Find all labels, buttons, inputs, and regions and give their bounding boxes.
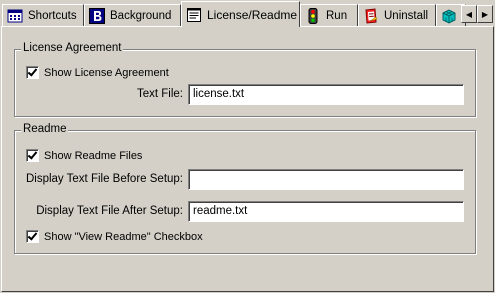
check-mark-icon <box>27 149 38 160</box>
tab-label: Background <box>110 9 172 22</box>
arrow-left-icon: ◀ <box>465 9 473 19</box>
tab-label: Uninstall <box>384 9 429 22</box>
group-title: License Agreement <box>21 42 124 54</box>
tab-shortcuts[interactable]: Shortcuts <box>2 4 84 26</box>
check-mark-icon <box>27 230 38 241</box>
show-readme-checkbox[interactable]: Show Readme Files <box>26 149 142 162</box>
tab-background[interactable]: Background <box>84 4 181 26</box>
checkbox-box[interactable] <box>26 66 39 79</box>
show-license-checkbox[interactable]: Show License Agreement <box>26 66 169 79</box>
view-readme-checkbox[interactable]: Show "View Readme" Checkbox <box>26 230 203 243</box>
readme-group: Readme Show Readme Files Display Text Fi… <box>14 123 476 254</box>
checkbox-box[interactable] <box>26 149 39 162</box>
checkbox-label: Show Readme Files <box>44 149 143 162</box>
tab-license-readme[interactable]: License/Readme <box>181 1 300 27</box>
tab-label: Shortcuts <box>28 9 77 22</box>
after-setup-label: Display Text File After Setup: <box>36 205 183 217</box>
traffic-light-icon <box>308 7 318 24</box>
before-setup-file-input[interactable] <box>188 169 464 190</box>
license-text-file-input[interactable]: license.txt <box>188 84 464 105</box>
arrow-right-icon: ▶ <box>481 9 489 19</box>
letter-b-icon <box>89 7 105 24</box>
before-setup-label: Display Text File Before Setup: <box>25 173 183 185</box>
check-mark-icon <box>27 66 38 77</box>
cube-grid-icon <box>442 8 456 24</box>
tab-uninstall[interactable]: Uninstall <box>358 4 436 26</box>
text-file-label: Text File: <box>136 88 183 100</box>
tab-run[interactable]: Run <box>300 4 358 26</box>
checkbox-label: Show License Agreement <box>44 66 169 79</box>
checkbox-label: Show "View Readme" Checkbox <box>44 230 203 243</box>
tab-scroll-right-button[interactable]: ▶ <box>477 5 493 23</box>
tab-label: Run <box>326 9 348 22</box>
checkbox-box[interactable] <box>26 230 39 243</box>
uninstall-icon <box>365 7 378 24</box>
tab-scroll-left-button[interactable]: ◀ <box>461 5 477 23</box>
notepad-icon <box>187 7 201 22</box>
after-setup-file-input[interactable]: readme.txt <box>188 201 464 222</box>
license-agreement-group: License Agreement Show License Agreement… <box>14 42 476 117</box>
calendar-grid-icon <box>7 9 23 22</box>
tab-label: License/Readme <box>207 7 298 22</box>
group-title: Readme <box>21 123 69 135</box>
